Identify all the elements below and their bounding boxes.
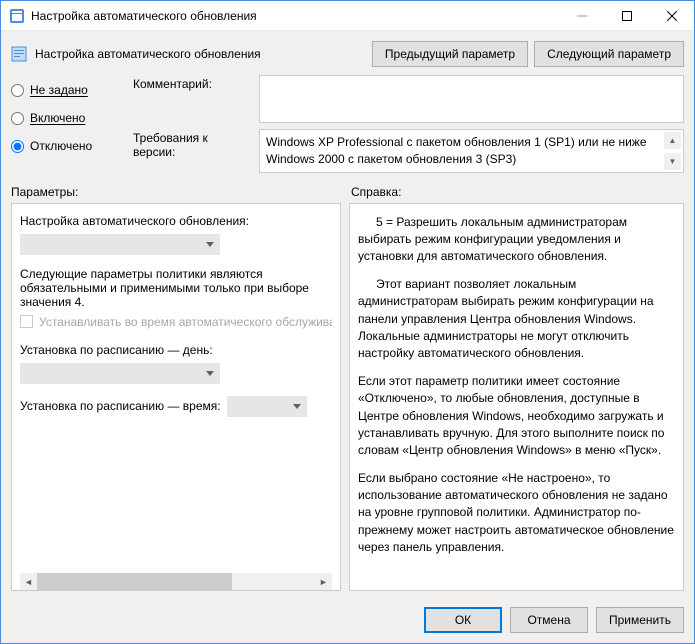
policy-icon bbox=[11, 46, 27, 62]
maximize-button[interactable] bbox=[604, 1, 649, 30]
schedule-day-label: Установка по расписанию — день: bbox=[20, 343, 332, 357]
radio-disabled-label[interactable]: Отключено bbox=[30, 139, 92, 153]
params-section-label: Параметры: bbox=[11, 185, 351, 199]
lower-panel: Настройка автоматического обновления: Сл… bbox=[1, 203, 694, 599]
help-section-label: Справка: bbox=[351, 185, 401, 199]
params-horizontal-scrollbar[interactable]: ◄ ► bbox=[20, 573, 332, 590]
radio-not-configured[interactable] bbox=[11, 84, 24, 97]
comment-textarea[interactable] bbox=[259, 75, 684, 123]
radio-enabled-label[interactable]: Включено bbox=[30, 111, 85, 125]
apply-button[interactable]: Применить bbox=[596, 607, 684, 633]
upper-panel: Не задано Включено Отключено Комментарий… bbox=[1, 75, 694, 183]
requirements-label: Требования к версии: bbox=[133, 129, 253, 173]
params-title: Настройка автоматического обновления: bbox=[20, 214, 332, 228]
scroll-left-icon[interactable]: ◄ bbox=[20, 573, 37, 590]
help-p3: Если этот параметр политики имеет состоя… bbox=[358, 373, 675, 460]
help-panel: 5 = Разрешить локальным администраторам … bbox=[349, 203, 684, 591]
titlebar: Настройка автоматического обновления bbox=[1, 1, 694, 31]
policy-title: Настройка автоматического обновления bbox=[35, 47, 364, 61]
scroll-down-icon[interactable]: ▼ bbox=[664, 153, 681, 170]
radio-not-configured-label[interactable]: Не задано bbox=[30, 83, 88, 97]
scroll-up-icon[interactable]: ▲ bbox=[664, 132, 681, 149]
state-radio-group: Не задано Включено Отключено bbox=[11, 75, 121, 173]
ok-button[interactable]: ОК bbox=[424, 607, 502, 633]
cancel-button[interactable]: Отмена bbox=[510, 607, 588, 633]
requirements-line2: Windows 2000 с пакетом обновления 3 (SP3… bbox=[266, 151, 677, 168]
fields-panel: Комментарий: Требования к версии: Window… bbox=[133, 75, 684, 173]
dialog-window: Настройка автоматического обновления Нас… bbox=[0, 0, 695, 644]
footer: ОК Отмена Применить bbox=[1, 599, 694, 643]
maintenance-checkbox-row: Устанавливать во время автоматического о… bbox=[20, 315, 332, 329]
scroll-right-icon[interactable]: ► bbox=[315, 573, 332, 590]
header-row: Настройка автоматического обновления Пре… bbox=[1, 31, 694, 75]
maintenance-checkbox-label: Устанавливать во время автоматического о… bbox=[39, 315, 332, 329]
close-button[interactable] bbox=[649, 1, 694, 30]
help-p1: 5 = Разрешить локальным администраторам … bbox=[358, 214, 675, 266]
schedule-day-dropdown[interactable] bbox=[20, 363, 220, 384]
requirements-box: Windows XP Professional с пакетом обновл… bbox=[259, 129, 684, 173]
parameters-panel: Настройка автоматического обновления: Сл… bbox=[11, 203, 341, 591]
help-p2: Этот вариант позволяет локальным админис… bbox=[358, 276, 675, 363]
content-area: Настройка автоматического обновления Пре… bbox=[1, 31, 694, 643]
minimize-button[interactable] bbox=[559, 1, 604, 30]
maintenance-checkbox[interactable] bbox=[20, 315, 33, 328]
radio-disabled[interactable] bbox=[11, 140, 24, 153]
window-title: Настройка автоматического обновления bbox=[31, 9, 559, 23]
section-labels: Параметры: Справка: bbox=[1, 183, 694, 203]
comment-label: Комментарий: bbox=[133, 75, 253, 123]
params-policy-text: Следующие параметры политики являются об… bbox=[20, 267, 332, 309]
previous-setting-button[interactable]: Предыдущий параметр bbox=[372, 41, 528, 67]
app-icon bbox=[9, 8, 25, 24]
update-mode-dropdown[interactable] bbox=[20, 234, 220, 255]
schedule-time-label: Установка по расписанию — время: bbox=[20, 399, 221, 413]
requirements-line1: Windows XP Professional с пакетом обновл… bbox=[266, 134, 677, 151]
scrollbar-thumb[interactable] bbox=[37, 573, 232, 590]
radio-enabled[interactable] bbox=[11, 112, 24, 125]
help-p4: Если выбрано состояние «Не настроено», т… bbox=[358, 470, 675, 557]
schedule-time-dropdown[interactable] bbox=[227, 396, 307, 417]
next-setting-button[interactable]: Следующий параметр bbox=[534, 41, 684, 67]
